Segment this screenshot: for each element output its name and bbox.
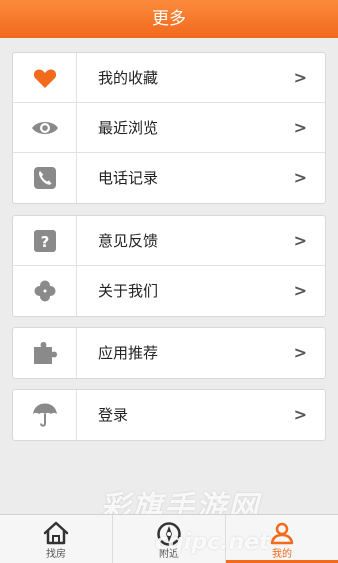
phone-icon [33, 167, 56, 189]
menu-item-label: 我的收藏 [98, 69, 159, 87]
menu-item-label: 关于我们 [98, 282, 159, 300]
page-title: 更多 [152, 9, 186, 29]
chevron-right-icon: > [293, 281, 307, 300]
heart-icon [33, 68, 56, 88]
menu-item-about[interactable]: 关于我们 > [13, 266, 325, 316]
menu-item-favorites[interactable]: 我的收藏 > [13, 53, 325, 103]
menu-item-login[interactable]: 登录 > [13, 390, 325, 440]
page-header: 更多 [0, 0, 338, 38]
menu-item-feedback[interactable]: ? 意见反馈 > [13, 216, 325, 266]
user-icon [270, 522, 294, 545]
chevron-right-icon: > [293, 68, 307, 87]
clover-icon [34, 280, 55, 302]
eye-icon [31, 121, 58, 134]
chevron-right-icon: > [293, 231, 307, 250]
menu-item-label: 应用推荐 [98, 344, 159, 362]
house-icon [43, 521, 69, 545]
chevron-right-icon: > [293, 405, 307, 424]
chevron-right-icon: > [293, 118, 307, 137]
tab-find-house[interactable]: 找房 [0, 515, 113, 563]
umbrella-icon [32, 403, 57, 427]
menu-item-label: 意见反馈 [98, 232, 159, 250]
watermark-url: cqipc.net [155, 530, 270, 555]
menu-item-label: 电话记录 [98, 169, 159, 187]
svg-text:?: ? [40, 233, 49, 251]
menu-group-1: 我的收藏 > 最近浏览 > 电话记录 > [12, 52, 326, 204]
menu-group-4: 登录 > [12, 389, 326, 441]
menu-item-label: 最近浏览 [98, 119, 159, 137]
menu-item-call-log[interactable]: 电话记录 > [13, 153, 325, 203]
menu-group-3: 应用推荐 > [12, 327, 326, 379]
menu-group-2: ? 意见反馈 > 关于我们 > [12, 215, 326, 317]
menu-item-label: 登录 [98, 406, 129, 424]
chevron-right-icon: > [293, 343, 307, 362]
menu-item-app-recommend[interactable]: 应用推荐 > [13, 328, 325, 378]
question-icon: ? [33, 229, 56, 252]
tab-label: 找房 [46, 549, 66, 560]
puzzle-icon [33, 342, 57, 364]
chevron-right-icon: > [293, 168, 307, 187]
menu-item-recent[interactable]: 最近浏览 > [13, 103, 325, 153]
